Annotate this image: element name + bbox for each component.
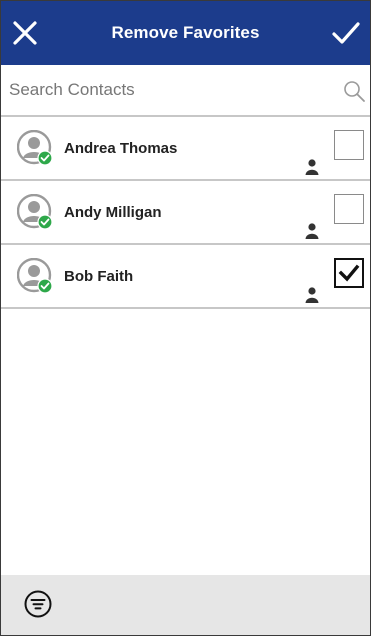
bottom-toolbar [1,575,370,635]
filter-icon[interactable] [23,589,53,619]
person-icon [305,159,319,175]
contact-row[interactable]: Bob Faith [1,245,370,309]
contact-list: Andrea Thomas Andy Milligan Bob Faith [1,117,370,309]
app-frame: Remove Favorites Andrea Thomas [0,0,371,636]
select-checkbox[interactable] [334,258,364,288]
top-app-bar: Remove Favorites [1,1,370,65]
avatar [17,258,53,294]
checkmark-icon [338,264,360,282]
contact-row[interactable]: Andrea Thomas [1,117,370,181]
confirm-button[interactable] [328,15,364,51]
contact-name: Bob Faith [64,267,134,285]
select-checkbox[interactable] [334,194,364,224]
checkmark-icon [332,22,360,44]
search-bar [1,65,370,117]
search-input[interactable] [9,75,329,105]
page-title: Remove Favorites [111,23,260,42]
contact-name: Andy Milligan [64,203,162,221]
avatar [17,194,53,230]
search-icon[interactable] [342,79,366,103]
avatar [17,130,53,166]
contact-name: Andrea Thomas [64,139,178,157]
contact-row[interactable]: Andy Milligan [1,181,370,245]
person-icon [305,287,319,303]
person-icon [305,223,319,239]
select-checkbox[interactable] [334,130,364,160]
